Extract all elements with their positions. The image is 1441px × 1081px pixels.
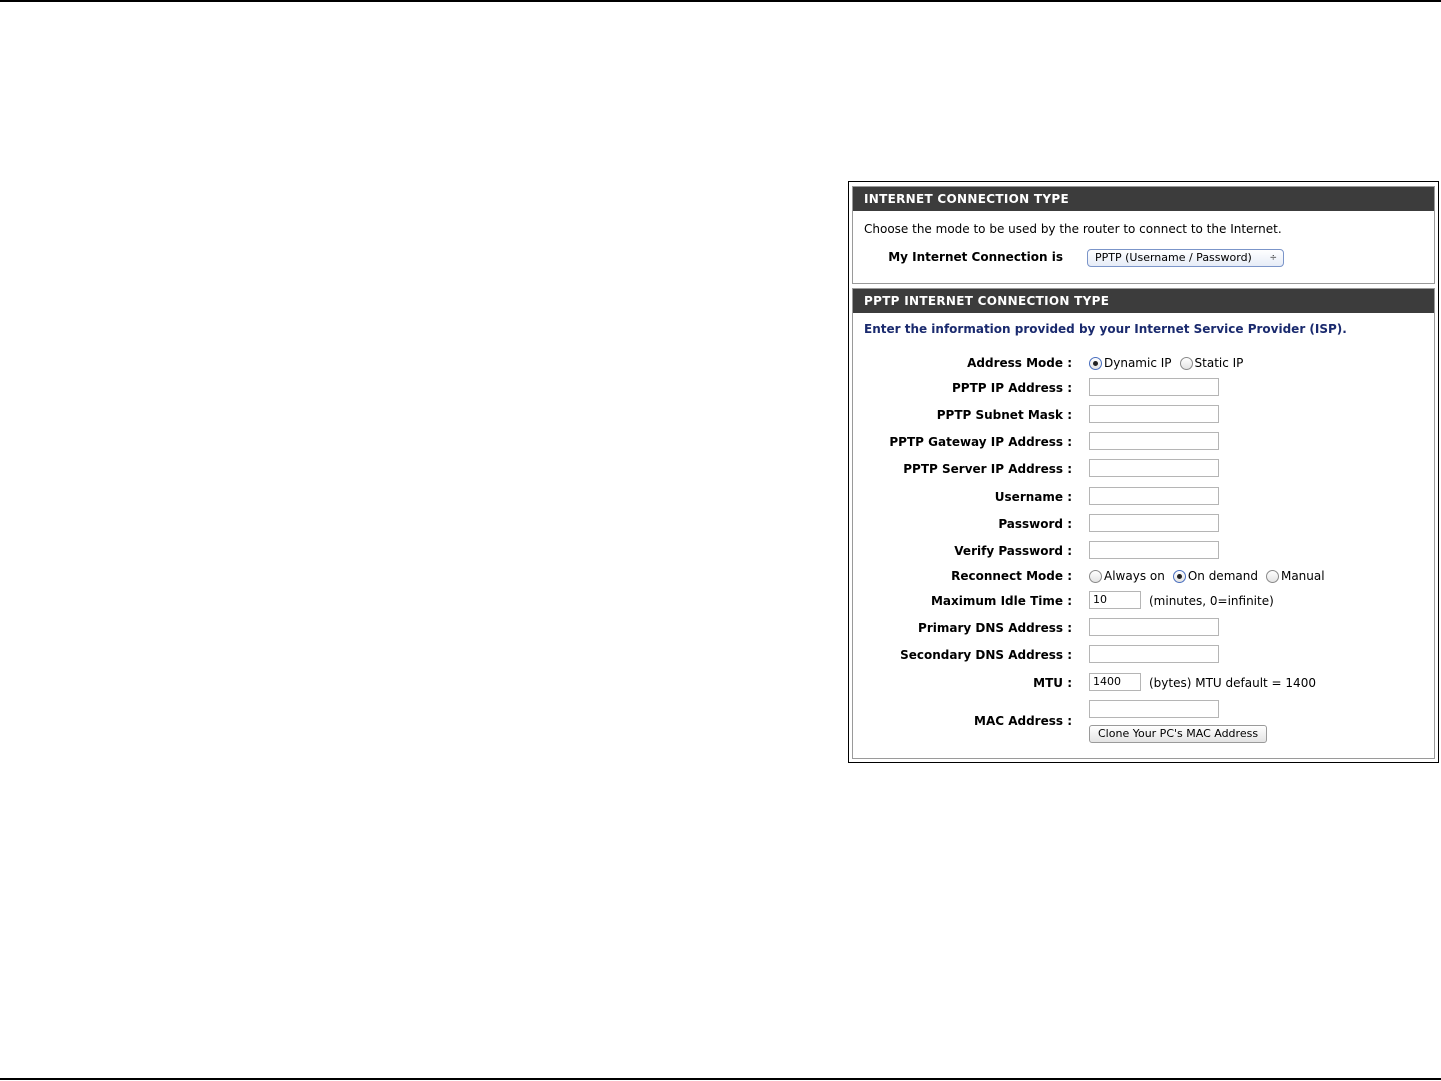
top-rule bbox=[0, 0, 1441, 2]
username-label: Username : bbox=[994, 490, 1072, 504]
verify-password-input[interactable] bbox=[1089, 541, 1219, 559]
on-demand-label: On demand bbox=[1187, 569, 1258, 583]
static-ip-label: Static IP bbox=[1194, 356, 1244, 370]
secondary-dns-input[interactable] bbox=[1089, 645, 1219, 663]
bottom-rule bbox=[0, 1078, 1441, 1080]
username-input[interactable] bbox=[1089, 487, 1219, 505]
internet-connection-type-header: INTERNET CONNECTION TYPE bbox=[853, 187, 1434, 211]
mtu-label: MTU : bbox=[1033, 676, 1072, 690]
pptp-gateway-label: PPTP Gateway IP Address : bbox=[889, 435, 1072, 449]
clone-mac-button[interactable]: Clone Your PC's MAC Address bbox=[1089, 725, 1268, 743]
pptp-server-input[interactable] bbox=[1089, 459, 1219, 477]
pptp-ip-address-input[interactable] bbox=[1089, 378, 1219, 396]
pptp-subnet-mask-label: PPTP Subnet Mask : bbox=[936, 408, 1072, 422]
verify-password-label: Verify Password : bbox=[954, 544, 1072, 558]
connection-select-label: My Internet Connection is bbox=[888, 250, 1063, 264]
internet-connection-type-panel: INTERNET CONNECTION TYPE Choose the mode… bbox=[852, 186, 1435, 284]
address-mode-group: Dynamic IP Static IP bbox=[1089, 356, 1251, 370]
password-label: Password : bbox=[998, 517, 1072, 531]
pptp-gateway-input[interactable] bbox=[1089, 432, 1219, 450]
mtu-input[interactable]: 1400 bbox=[1089, 673, 1141, 691]
static-ip-radio[interactable] bbox=[1179, 356, 1193, 370]
connection-type-intro: Choose the mode to be used by the router… bbox=[864, 222, 1282, 236]
pptp-connection-panel: PPTP INTERNET CONNECTION TYPE Enter the … bbox=[852, 288, 1435, 759]
reconnect-mode-label: Reconnect Mode : bbox=[951, 569, 1072, 583]
connection-type-select[interactable]: PPTP (Username / Password) ÷ bbox=[1087, 249, 1284, 267]
always-on-radio[interactable] bbox=[1089, 569, 1102, 583]
dynamic-ip-label: Dynamic IP bbox=[1104, 356, 1172, 370]
connection-type-select-value: PPTP (Username / Password) bbox=[1095, 251, 1252, 264]
manual-label: Manual bbox=[1280, 569, 1325, 583]
manual-radio[interactable] bbox=[1265, 569, 1279, 583]
select-arrows-icon: ÷ bbox=[1269, 253, 1277, 263]
max-idle-time-input[interactable]: 10 bbox=[1089, 591, 1141, 609]
primary-dns-input[interactable] bbox=[1089, 618, 1219, 636]
pptp-header: PPTP INTERNET CONNECTION TYPE bbox=[853, 289, 1434, 313]
pptp-server-label: PPTP Server IP Address : bbox=[903, 462, 1072, 476]
always-on-label: Always on bbox=[1104, 569, 1165, 583]
mac-address-label: MAC Address : bbox=[974, 714, 1072, 728]
pptp-subnet-mask-input[interactable] bbox=[1089, 405, 1219, 423]
pptp-ip-address-label: PPTP IP Address : bbox=[952, 381, 1072, 395]
mtu-hint: (bytes) MTU default = 1400 bbox=[1149, 676, 1316, 690]
primary-dns-label: Primary DNS Address : bbox=[918, 621, 1072, 635]
reconnect-mode-group: Always on On demand Manual bbox=[1089, 569, 1333, 583]
settings-frame: INTERNET CONNECTION TYPE Choose the mode… bbox=[848, 181, 1439, 763]
on-demand-radio[interactable] bbox=[1172, 569, 1186, 583]
password-input[interactable] bbox=[1089, 514, 1219, 532]
secondary-dns-label: Secondary DNS Address : bbox=[900, 648, 1072, 662]
dynamic-ip-radio[interactable] bbox=[1089, 356, 1102, 370]
idle-time-hint: (minutes, 0=infinite) bbox=[1149, 594, 1274, 608]
max-idle-time-label: Maximum Idle Time : bbox=[930, 594, 1072, 608]
pptp-intro: Enter the information provided by your I… bbox=[864, 322, 1347, 336]
address-mode-label: Address Mode : bbox=[967, 356, 1072, 370]
mac-address-input[interactable] bbox=[1089, 700, 1219, 718]
